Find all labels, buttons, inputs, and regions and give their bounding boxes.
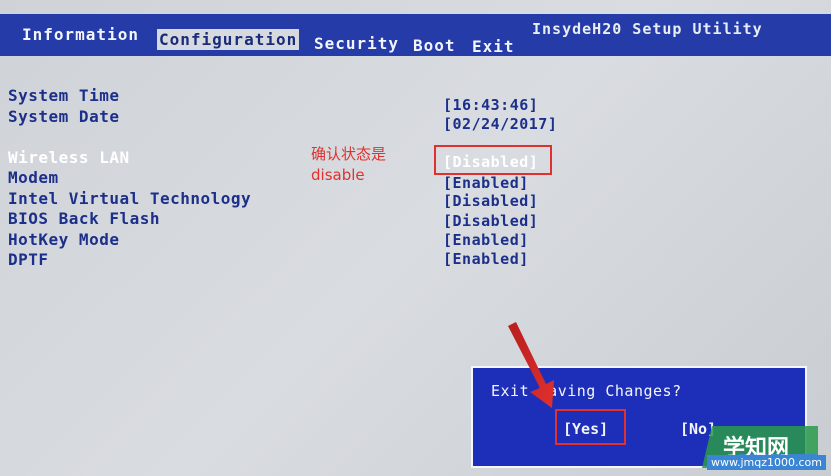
setting-label-dptf[interactable]: DPTF — [8, 250, 49, 269]
watermark-url: www.jmqz1000.com — [707, 455, 826, 470]
setting-label-wireless-lan[interactable]: Wireless LAN — [8, 148, 130, 167]
annotation-line-2: disable — [311, 166, 365, 184]
setting-label-modem[interactable]: Modem — [8, 168, 59, 187]
setting-label-hotkey-mode[interactable]: HotKey Mode — [8, 230, 119, 249]
tab-security[interactable]: Security — [314, 34, 399, 53]
pointer-arrow-icon — [508, 322, 554, 408]
highlight-box-yes — [555, 409, 626, 445]
setting-value-intel-vt[interactable]: [Disabled] — [443, 192, 538, 210]
setting-label-system-time[interactable]: System Time — [8, 86, 119, 105]
setting-value-modem[interactable]: [Enabled] — [443, 174, 529, 192]
tab-exit[interactable]: Exit — [472, 37, 515, 56]
app-title: InsydeH20 Setup Utility — [532, 20, 763, 38]
setting-value-dptf[interactable]: [Enabled] — [443, 250, 529, 268]
annotation-line-1: 确认状态是 — [311, 145, 387, 163]
highlight-box-wireless — [434, 145, 552, 175]
setting-value-hotkey-mode[interactable]: [Enabled] — [443, 231, 529, 249]
setting-value-bios-back-flash[interactable]: [Disabled] — [443, 212, 538, 230]
tab-configuration[interactable]: Configuration — [157, 29, 300, 50]
setting-label-system-date[interactable]: System Date — [8, 107, 119, 126]
tab-boot[interactable]: Boot — [413, 36, 456, 55]
setting-value-system-time[interactable]: [16:43:46] — [443, 96, 538, 114]
setting-value-system-date[interactable]: [02/24/2017] — [443, 115, 557, 133]
setting-label-bios-back-flash[interactable]: BIOS Back Flash — [8, 209, 160, 228]
setting-label-intel-vt[interactable]: Intel Virtual Technology — [8, 189, 251, 208]
tab-information[interactable]: Information — [22, 25, 139, 44]
annotation-note: 确认状态是 disable — [311, 144, 386, 186]
bios-screen: InsydeH20 Setup Utility Information Conf… — [0, 0, 831, 476]
